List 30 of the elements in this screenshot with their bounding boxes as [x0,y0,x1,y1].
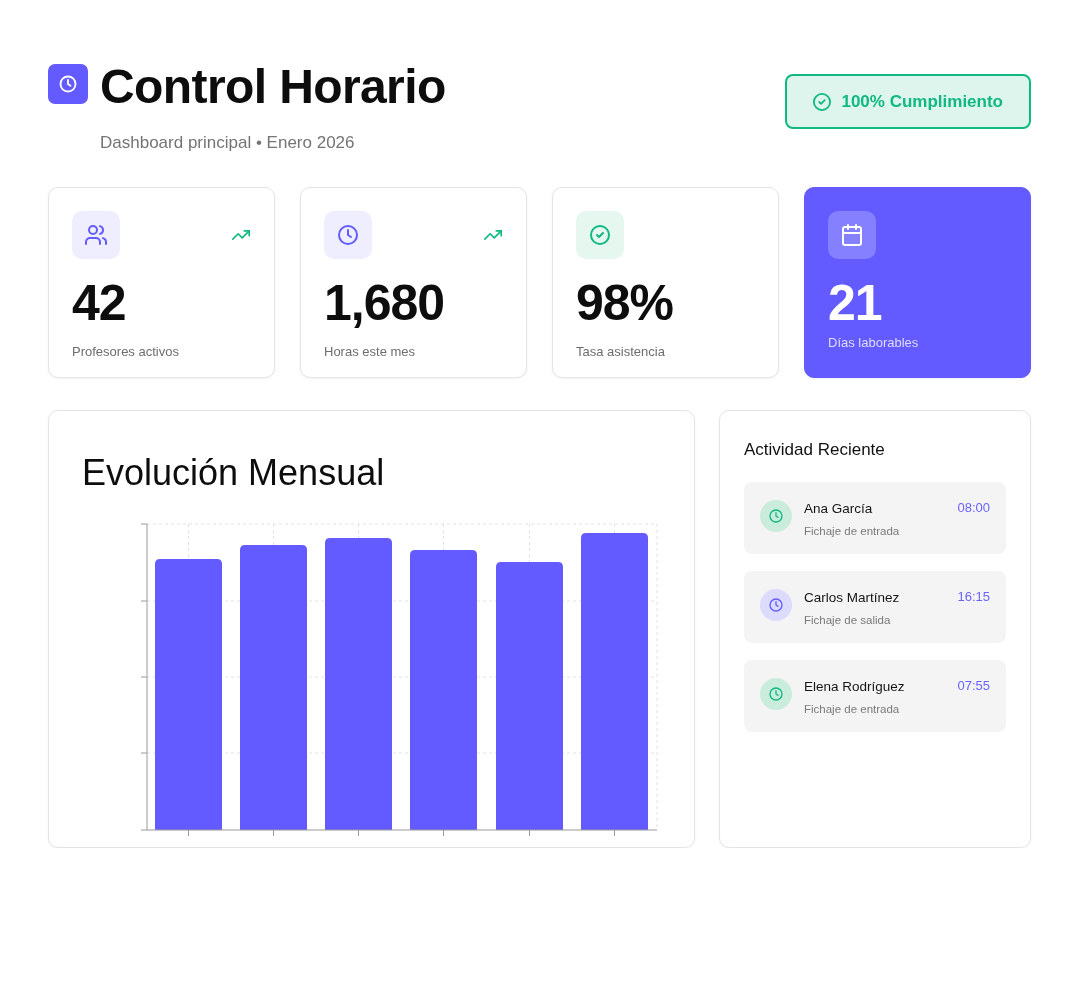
clock-icon [760,589,792,621]
chart-title: Evolución Mensual [82,455,386,491]
activity-description: Fichaje de entrada [804,524,900,539]
activity-description: Fichaje de salida [804,613,892,628]
stat-label: Horas este mes [324,344,417,360]
stat-label: Tasa asistencia [576,344,666,360]
stat-label: Profesores activos [72,344,180,360]
activity-description: Fichaje de entrada [804,702,901,717]
clock-icon [324,211,372,259]
compliance-text: 100% Cumplimiento [841,90,1003,113]
person-name: Elena Rodríguez [804,678,905,696]
stat-value: 98% [576,278,675,328]
activity-title: Actividad Reciente [744,440,886,460]
calendar-icon [828,211,876,259]
clock-icon [760,678,792,710]
page-title: Control Horario [100,59,446,111]
users-icon [72,211,120,259]
clock-icon [760,500,792,532]
page-subtitle: Dashboard principal • Enero 2026 [100,132,356,154]
activity-time: 16:15 [957,588,990,606]
stat-value: 1,680 [324,278,446,328]
clock-icon [48,64,88,104]
stat-value: 21 [828,278,883,328]
activity-time: 08:00 [957,499,990,517]
stat-label: Días laborables [828,335,920,351]
stat-value: 42 [72,278,127,328]
person-name: Ana García [804,500,874,518]
activity-time: 07:55 [957,677,990,695]
person-name: Carlos Martínez [804,589,900,607]
check-circle-icon [813,92,832,111]
